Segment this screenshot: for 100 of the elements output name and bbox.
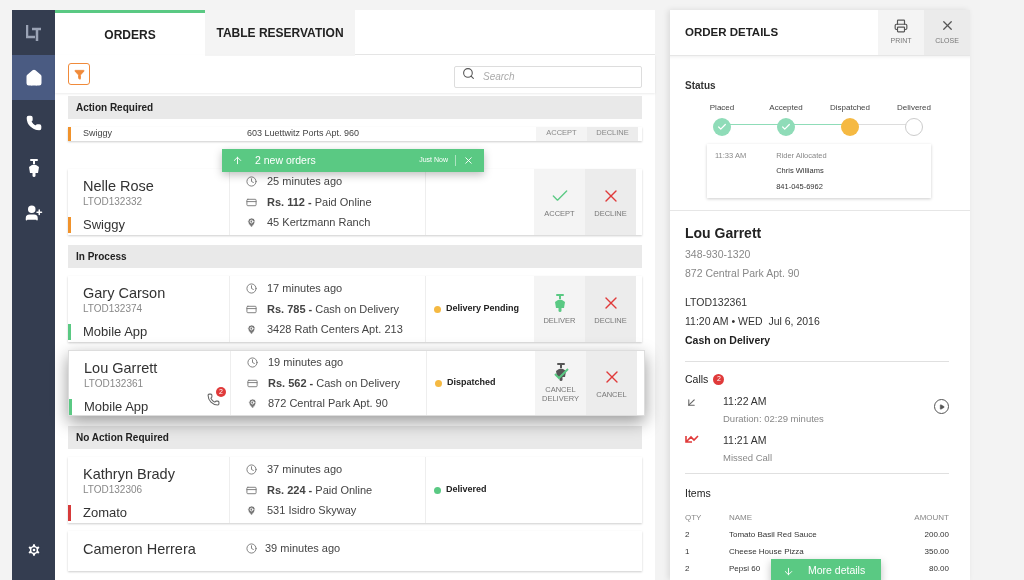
order-payment: Rs. 112 - Paid Online bbox=[267, 194, 372, 210]
tab[interactable]: ORDERS bbox=[55, 10, 205, 56]
item-amount: 350.00 bbox=[923, 546, 949, 558]
customer-name: Nelle Rose bbox=[83, 177, 155, 195]
order-payment: Rs. 224 - Paid Online bbox=[267, 482, 373, 498]
call-time: 11:21 AM bbox=[723, 433, 768, 449]
card-icon bbox=[246, 196, 257, 208]
order-address: 603 Luettwitz Ports Apt. 960 bbox=[246, 127, 361, 141]
customer-name: Lou Garrett bbox=[685, 223, 763, 243]
order-card[interactable]: Cameron Herrera 39 minutes ago bbox=[68, 531, 642, 571]
customer-address: 872 Central Park Apt. 90 bbox=[685, 265, 801, 281]
home-icon bbox=[24, 68, 43, 87]
customer-name: Gary Carson bbox=[83, 284, 167, 302]
call-detail: Duration: 02:29 minutes bbox=[723, 412, 825, 426]
item-qty: 1 bbox=[685, 546, 691, 558]
card-icon bbox=[246, 484, 257, 496]
item-amount: 80.00 bbox=[927, 563, 949, 575]
column-header: QTY bbox=[685, 512, 703, 524]
order-source: Mobile App bbox=[84, 398, 149, 416]
nav-item[interactable] bbox=[12, 55, 55, 100]
phone-icon[interactable] bbox=[207, 393, 220, 406]
step-label: Dispatched bbox=[830, 102, 870, 114]
customer-name: Cameron Herrera bbox=[82, 540, 197, 559]
clock-icon bbox=[246, 464, 257, 475]
order-id: LTOD132306 bbox=[83, 483, 144, 497]
section-header: No Action Required bbox=[68, 426, 642, 449]
order-time: 39 minutes ago bbox=[265, 540, 341, 556]
item-name: Pepsi 60 bbox=[729, 564, 761, 573]
location-icon bbox=[247, 398, 258, 409]
search-field[interactable]: Search bbox=[454, 65, 642, 88]
arrow-up-icon bbox=[232, 155, 243, 166]
clock-icon bbox=[246, 176, 257, 187]
filter-icon bbox=[73, 68, 85, 80]
order-time: 37 minutes ago bbox=[267, 462, 343, 478]
clock-icon bbox=[247, 357, 258, 368]
customer-phone: 348-930-1320 bbox=[685, 246, 752, 262]
order-datetime: 11:20 AM • WED Jul 6, 2016 bbox=[685, 314, 821, 329]
order-id: LTOD132332 bbox=[83, 195, 144, 209]
order-source: Mobile App bbox=[83, 323, 148, 341]
section-title: Status bbox=[685, 80, 716, 91]
item-amount: 200.00 bbox=[923, 529, 949, 541]
customer-name: Kathryn Brady bbox=[83, 465, 176, 483]
order-payment: Rs. 562 - Cash on Delivery bbox=[268, 375, 401, 391]
toast-message: 2 new orders bbox=[255, 152, 316, 168]
section-header: Action Required bbox=[68, 96, 642, 119]
order-id: LTOD132361 bbox=[685, 295, 749, 311]
order-status: Delivered bbox=[446, 483, 487, 497]
item-qty: 2 bbox=[685, 563, 691, 575]
column-header: NAME bbox=[729, 512, 754, 524]
section-title: Items bbox=[685, 486, 712, 502]
step-label: Placed bbox=[709, 102, 735, 114]
clock-icon bbox=[246, 283, 257, 294]
order-address: 3428 Rath Centers Apt. 213 bbox=[267, 322, 403, 338]
item-name: Cheese House Pizza bbox=[729, 547, 804, 556]
play-icon bbox=[938, 403, 945, 410]
order-time: 19 minutes ago bbox=[268, 355, 344, 371]
section-header: In Process bbox=[68, 245, 642, 268]
tab[interactable]: TABLE RESERVATION bbox=[205, 10, 355, 56]
card-icon bbox=[246, 303, 257, 315]
call-time: 11:22 AM bbox=[723, 394, 768, 410]
location-icon bbox=[246, 324, 257, 335]
order-status: Dispatched bbox=[447, 376, 496, 390]
settings-icon[interactable] bbox=[25, 542, 42, 558]
printer-icon bbox=[894, 18, 908, 33]
search-icon bbox=[462, 67, 475, 80]
customer-name: Lou Garrett bbox=[84, 359, 159, 377]
location-icon bbox=[246, 505, 257, 516]
order-source: Zomato bbox=[83, 504, 128, 522]
missed-call-icon bbox=[685, 435, 699, 446]
order-status: Delivery Pending bbox=[446, 302, 520, 316]
order-time: 25 minutes ago bbox=[267, 174, 343, 190]
order-source: Swiggy bbox=[83, 216, 125, 234]
logo-icon bbox=[25, 23, 42, 42]
section-title: Calls bbox=[685, 371, 709, 387]
item-qty: 2 bbox=[685, 529, 691, 541]
order-address: 531 Isidro Skyway bbox=[267, 503, 357, 519]
call-detail: Missed Call bbox=[723, 451, 774, 465]
order-address: 45 Kertzmann Ranch bbox=[267, 215, 371, 231]
order-payment: Rs. 785 - Cash on Delivery bbox=[267, 301, 400, 317]
step-label: Delivered bbox=[897, 102, 931, 114]
arrow-down-icon bbox=[783, 565, 794, 577]
check-icon bbox=[781, 122, 791, 132]
order-id: LTOD132361 bbox=[84, 377, 145, 391]
panel-title: ORDER DETAILS bbox=[684, 24, 780, 40]
payment-method: Cash on Delivery bbox=[685, 332, 772, 348]
phone-icon bbox=[25, 114, 42, 131]
order-source: Swiggy bbox=[82, 127, 113, 141]
order-card[interactable]: Kathryn Brady LTOD132306 Zomato 37 minutes ago Rs. 224 - Paid Online 531 Isidro Skyway Delivered bbox=[68, 457, 642, 523]
step-label: Accepted bbox=[769, 102, 803, 114]
location-icon bbox=[246, 217, 257, 228]
order-address: 872 Central Park Apt. 90 bbox=[268, 396, 388, 412]
item-name: Tomato Basil Red Sauce bbox=[729, 530, 817, 539]
card-icon bbox=[247, 377, 258, 389]
add-user-icon bbox=[24, 203, 43, 222]
column-header: AMOUNT bbox=[913, 512, 949, 524]
order-time: 17 minutes ago bbox=[267, 281, 343, 297]
check-icon bbox=[717, 122, 727, 132]
order-id: LTOD132374 bbox=[83, 302, 144, 316]
scooter-check-icon bbox=[552, 362, 569, 383]
clock-icon bbox=[246, 542, 257, 554]
